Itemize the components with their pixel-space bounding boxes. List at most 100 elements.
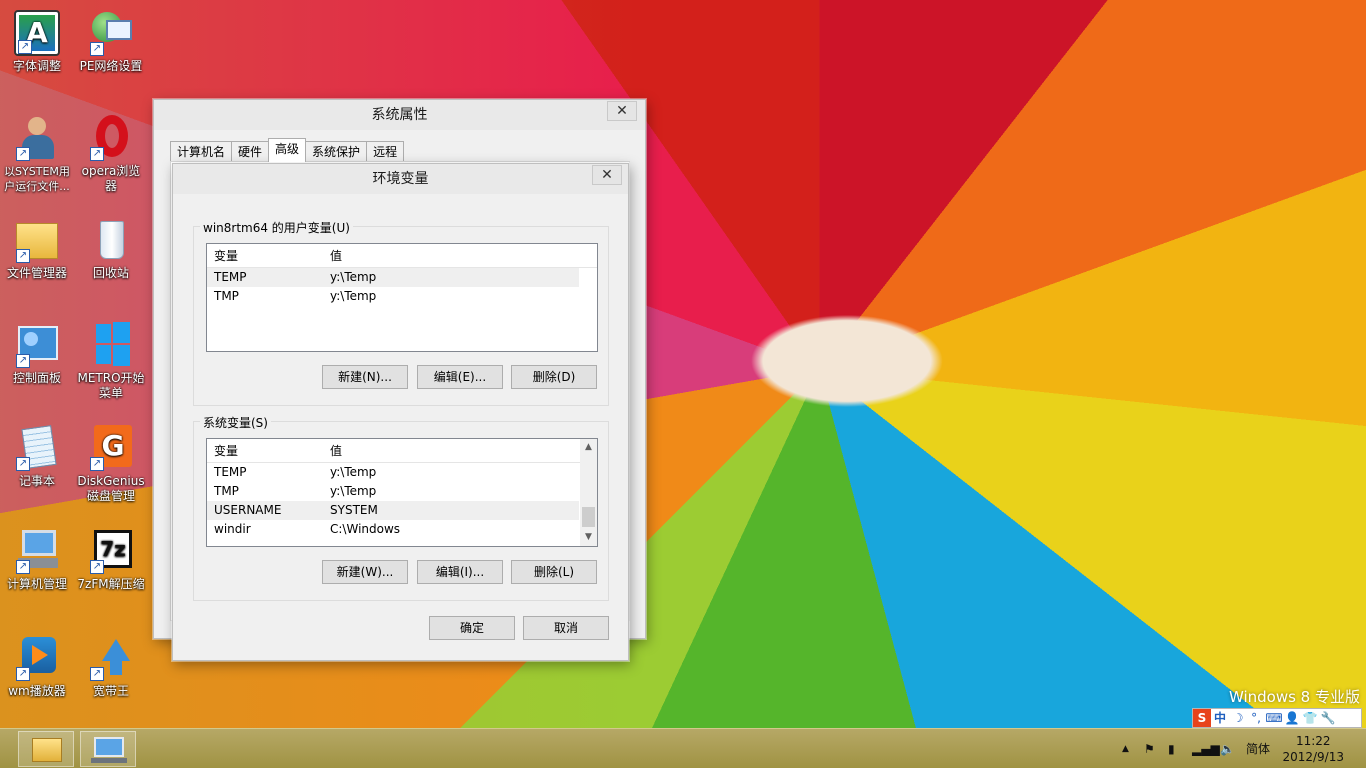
clock-time: 11:22 [1295, 734, 1331, 748]
desktop-icon-recycle-bin[interactable]: 回收站 [76, 217, 146, 281]
skin-icon[interactable]: 👕 [1301, 709, 1319, 727]
tray-flag-icon[interactable]: ⚑ [1144, 729, 1155, 768]
chinese-mode-toggle[interactable]: 中 [1211, 709, 1229, 727]
tab-system-protection[interactable]: 系统保护 [305, 141, 368, 162]
variable-name: TMP [214, 484, 239, 498]
list-header: 变量 值 [207, 439, 597, 463]
desktop-icon-label: 宽带王 [92, 684, 129, 698]
desktop-icon-opera[interactable]: ↗ opera浏览器 [76, 115, 146, 194]
keyboard-icon[interactable]: ⌨ [1265, 709, 1283, 727]
tray-overflow-chevron-icon[interactable]: ▲ [1122, 729, 1129, 768]
close-button[interactable]: ✕ [607, 101, 637, 121]
variable-value: y:\Temp [330, 484, 377, 498]
user-variables-title: win8rtm64 的用户变量(U) [200, 219, 353, 236]
desktop-icon-label: 计算机管理 [6, 577, 67, 591]
tray-network-icon[interactable]: ▂▄▆ [1192, 729, 1220, 768]
scroll-up-arrow-icon[interactable]: ▲ [580, 439, 597, 456]
environment-variables-dialog[interactable]: 环境变量 ✕ win8rtm64 的用户变量(U) 变量 值 TEMP y:\T… [172, 163, 629, 661]
computer-icon [94, 737, 124, 757]
computer-management-icon: ↗ [14, 528, 60, 574]
desktop-icon-label: wm播放器 [8, 684, 66, 698]
variable-name: TEMP [214, 270, 247, 284]
system-variables-group: 系统变量(S) 变量 值 TEMP y:\Temp TMP y:\Temp US… [193, 414, 609, 601]
column-variable[interactable]: 变量 [214, 439, 238, 463]
system-variables-title: 系统变量(S) [200, 414, 271, 431]
desktop-icon-notepad[interactable]: ↗ 记事本 [2, 425, 72, 489]
tray-power-icon[interactable]: ▮ [1168, 729, 1175, 768]
desktop-icon-media-player[interactable]: ↗ wm播放器 [2, 635, 72, 699]
taskbar: ▲ ⚑ ▮ ▂▄▆ 🔈 简体 11:22 2012/9/13 [0, 728, 1366, 768]
variable-name: TEMP [214, 465, 247, 479]
ok-button[interactable]: 确定 [429, 616, 515, 640]
desktop-icon-file-manager[interactable]: ↗ 文件管理器 [2, 217, 72, 281]
taskbar-system-properties-button[interactable] [80, 731, 136, 767]
column-variable[interactable]: 变量 [214, 244, 238, 268]
system-delete-button[interactable]: 删除(L) [511, 560, 597, 584]
desktop-icon-computer-management[interactable]: ↗ 计算机管理 [2, 528, 72, 592]
list-item[interactable]: TEMP y:\Temp [207, 463, 597, 482]
user-new-button[interactable]: 新建(N)... [322, 365, 408, 389]
tools-icon[interactable]: 🔧 [1319, 709, 1337, 727]
desktop-icon-pe-network[interactable]: ↗ PE网络设置 [76, 10, 146, 74]
tab-advanced[interactable]: 高级 [268, 138, 307, 162]
desktop-icon-control-panel[interactable]: ↗ 控制面板 [2, 322, 72, 386]
desktop-icon-label: 以SYSTEM用户运行文件... [4, 165, 70, 193]
tab-remote[interactable]: 远程 [366, 141, 405, 162]
tray-volume-icon[interactable]: 🔈 [1220, 729, 1235, 768]
desktop-icon-label: 控制面板 [12, 371, 61, 385]
desktop-icon-label: METRO开始菜单 [77, 371, 145, 400]
windows-logo-icon [88, 322, 134, 368]
desktop-icon-run-as-system[interactable]: ↗ 以SYSTEM用户运行文件... [2, 115, 72, 194]
system-edit-button[interactable]: 编辑(I)... [417, 560, 503, 584]
ime-toolbar[interactable]: S 中 ☽ °, ⌨ 👤 👕 🔧 [1192, 708, 1362, 728]
desktop-icon-broadband[interactable]: ↗ 宽带王 [76, 635, 146, 699]
list-item[interactable]: TMP y:\Temp [207, 287, 597, 306]
half-width-icon[interactable]: ☽ [1229, 709, 1247, 727]
column-value[interactable]: 值 [330, 439, 342, 463]
media-player-icon: ↗ [14, 635, 60, 681]
punctuation-icon[interactable]: °, [1247, 709, 1265, 727]
desktop-icon-label: 记事本 [18, 474, 55, 488]
cancel-button[interactable]: 取消 [523, 616, 609, 640]
desktop-icon-label: 7zFM解压缩 [77, 577, 145, 591]
broadband-icon: ↗ [88, 635, 134, 681]
close-button[interactable]: ✕ [592, 165, 622, 185]
variable-value: y:\Temp [330, 289, 377, 303]
desktop-icon-label: 文件管理器 [6, 266, 67, 280]
desktop-icon-7zip[interactable]: 7z ↗ 7zFM解压缩 [76, 528, 146, 592]
system-properties-titlebar[interactable]: 系统属性 ✕ [154, 100, 645, 130]
list-item[interactable]: TEMP y:\Temp [207, 268, 579, 287]
desktop-icon-diskgenius[interactable]: G ↗ DiskGenius磁盘管理 [76, 425, 146, 504]
tab-computer-name[interactable]: 计算机名 [170, 141, 233, 162]
clock-date: 2012/9/13 [1282, 750, 1344, 764]
system-new-button[interactable]: 新建(W)... [322, 560, 408, 584]
sogou-logo-icon[interactable]: S [1193, 709, 1211, 727]
window-title: 系统属性 [371, 107, 428, 123]
scroll-down-arrow-icon[interactable]: ▼ [580, 529, 597, 546]
user-edit-button[interactable]: 编辑(E)... [417, 365, 503, 389]
tray-input-language[interactable]: 简体 [1246, 729, 1270, 768]
desktop-icon-label: opera浏览器 [81, 164, 141, 193]
user-icon[interactable]: 👤 [1283, 709, 1301, 727]
system-variables-list[interactable]: 变量 值 TEMP y:\Temp TMP y:\Temp USERNAME S… [206, 438, 598, 547]
desktop-icon-font[interactable]: A ↗ 字体调整 [2, 10, 72, 74]
variable-value: y:\Temp [330, 465, 377, 479]
scroll-thumb[interactable] [582, 507, 595, 527]
list-item[interactable]: USERNAME SYSTEM [207, 501, 579, 520]
list-item[interactable]: TMP y:\Temp [207, 482, 597, 501]
list-item[interactable]: windir C:\Windows [207, 520, 597, 539]
desktop-icon-metro-start[interactable]: METRO开始菜单 [76, 322, 146, 401]
tab-hardware[interactable]: 硬件 [231, 141, 270, 162]
user-delete-button[interactable]: 删除(D) [511, 365, 597, 389]
7zip-icon: 7z ↗ [88, 528, 134, 574]
vertical-scrollbar[interactable]: ▲ ▼ [580, 439, 597, 546]
control-panel-icon: ↗ [14, 322, 60, 368]
env-dialog-titlebar[interactable]: 环境变量 ✕ [173, 164, 628, 194]
variable-value: y:\Temp [330, 270, 377, 284]
column-value[interactable]: 值 [330, 244, 342, 268]
taskbar-file-explorer-button[interactable] [18, 731, 74, 767]
variable-value: SYSTEM [330, 503, 378, 517]
taskbar-clock[interactable]: 11:22 2012/9/13 [1282, 733, 1344, 765]
user-variables-list[interactable]: 变量 值 TEMP y:\Temp TMP y:\Temp [206, 243, 598, 352]
user-variables-group: win8rtm64 的用户变量(U) 变量 值 TEMP y:\Temp TMP… [193, 219, 609, 406]
